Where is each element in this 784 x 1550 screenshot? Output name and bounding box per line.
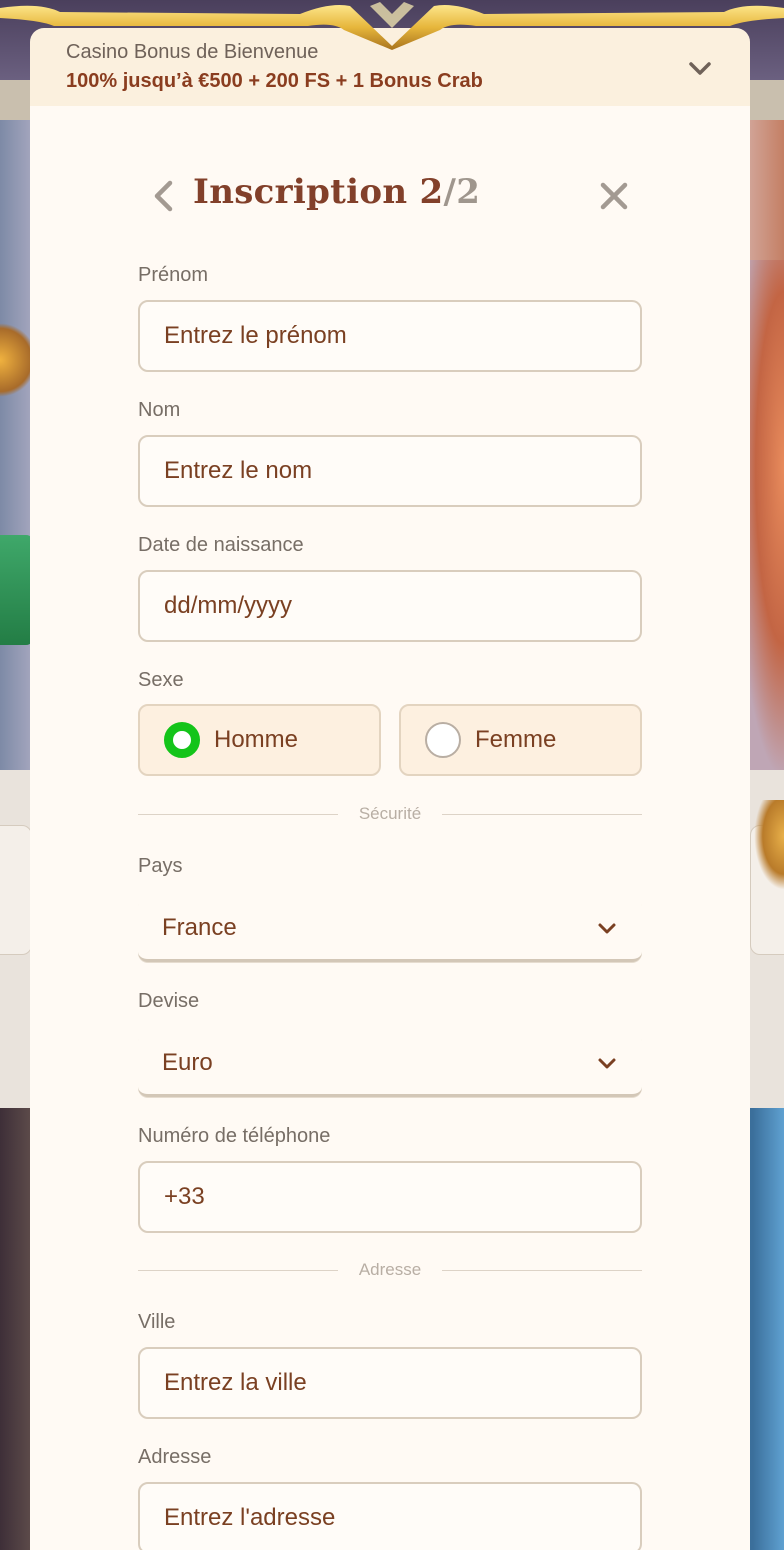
gender-label: Sexe xyxy=(138,669,184,691)
last-name-input[interactable] xyxy=(138,435,642,507)
modal-header: Inscription 2/2 xyxy=(30,166,750,226)
phone-input[interactable] xyxy=(138,1161,642,1233)
modal-title: Inscription 2/2 xyxy=(193,172,480,212)
gender-option-label: Femme xyxy=(475,726,557,753)
currency-value: Euro xyxy=(162,1048,213,1076)
chevron-down-icon[interactable] xyxy=(686,54,714,82)
first-name-input[interactable] xyxy=(138,300,642,372)
address-input[interactable] xyxy=(138,1482,642,1550)
gender-option-female[interactable]: Femme xyxy=(399,704,642,776)
back-arrow-icon[interactable] xyxy=(148,178,180,214)
chevron-down-icon xyxy=(598,923,616,933)
modal-title-total: /2 xyxy=(443,172,481,212)
radio-selected-icon[interactable] xyxy=(164,722,200,758)
city-label: Ville xyxy=(138,1311,176,1333)
city-input[interactable] xyxy=(138,1347,642,1419)
gold-crown-ornament xyxy=(0,2,784,50)
modal-title-step: Inscription 2 xyxy=(193,172,444,212)
country-value: France xyxy=(162,913,237,941)
background-promo-art-left xyxy=(0,320,34,400)
chevron-down-icon xyxy=(598,1058,616,1068)
security-divider: Sécurité xyxy=(138,804,642,824)
birth-date-label: Date de naissance xyxy=(138,534,304,556)
address-label: Adresse xyxy=(138,1446,212,1468)
address-divider: Adresse xyxy=(138,1260,642,1280)
country-select[interactable]: France xyxy=(138,896,642,962)
divider-line xyxy=(442,1270,642,1271)
first-name-label: Prénom xyxy=(138,264,209,286)
gender-option-male[interactable]: Homme xyxy=(138,704,381,776)
bonus-offer-text: 100% jusqu’à €500 + 200 FS + 1 Bonus Cra… xyxy=(66,70,483,92)
close-icon[interactable] xyxy=(596,178,632,214)
background-category-card-left xyxy=(0,825,32,955)
currency-select[interactable]: Euro xyxy=(138,1031,642,1097)
radio-unselected-icon[interactable] xyxy=(425,722,461,758)
gender-option-label: Homme xyxy=(214,726,299,753)
divider-line xyxy=(442,814,642,815)
background-category-icon xyxy=(754,800,784,890)
background-promo-button xyxy=(0,535,34,645)
phone-label: Numéro de téléphone xyxy=(138,1125,331,1147)
registration-modal: Inscription 2/2 Prénom Nom Date de naiss… xyxy=(30,106,750,1550)
currency-label: Devise xyxy=(138,990,200,1012)
country-label: Pays xyxy=(138,855,183,877)
birth-date-input[interactable] xyxy=(138,570,642,642)
last-name-label: Nom xyxy=(138,399,181,421)
